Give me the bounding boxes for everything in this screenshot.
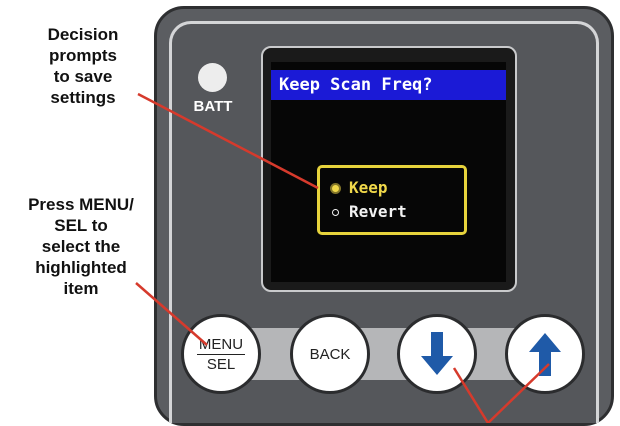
- option-keep[interactable]: Keep: [332, 176, 388, 200]
- back-label: BACK: [309, 345, 351, 363]
- display-screen: Keep Scan Freq? Keep Revert: [271, 62, 506, 282]
- sel-label: SEL: [206, 355, 236, 373]
- up-button[interactable]: [505, 314, 585, 394]
- battery-led-icon: [198, 63, 227, 92]
- back-button[interactable]: BACK: [290, 314, 370, 394]
- radio-unselected-icon: [332, 209, 339, 216]
- option-revert[interactable]: Revert: [332, 200, 407, 224]
- radio-selected-icon: [332, 185, 339, 192]
- arrow-up-icon: [529, 333, 561, 376]
- option-revert-label: Revert: [349, 202, 407, 221]
- menu-label: MENU: [196, 335, 246, 355]
- option-selector: Keep Revert: [317, 165, 467, 235]
- press-menu-sel-callout: Press MENU/ SEL to select the highlighte…: [28, 195, 134, 298]
- decision-prompts-callout: Decision prompts to save settings: [47, 25, 119, 107]
- battery-label: BATT: [193, 98, 233, 115]
- down-button[interactable]: [397, 314, 477, 394]
- prompt-title: Keep Scan Freq?: [271, 70, 506, 100]
- menu-sel-button[interactable]: MENU SEL: [181, 314, 261, 394]
- option-keep-label: Keep: [349, 178, 388, 197]
- arrow-down-icon: [421, 332, 453, 375]
